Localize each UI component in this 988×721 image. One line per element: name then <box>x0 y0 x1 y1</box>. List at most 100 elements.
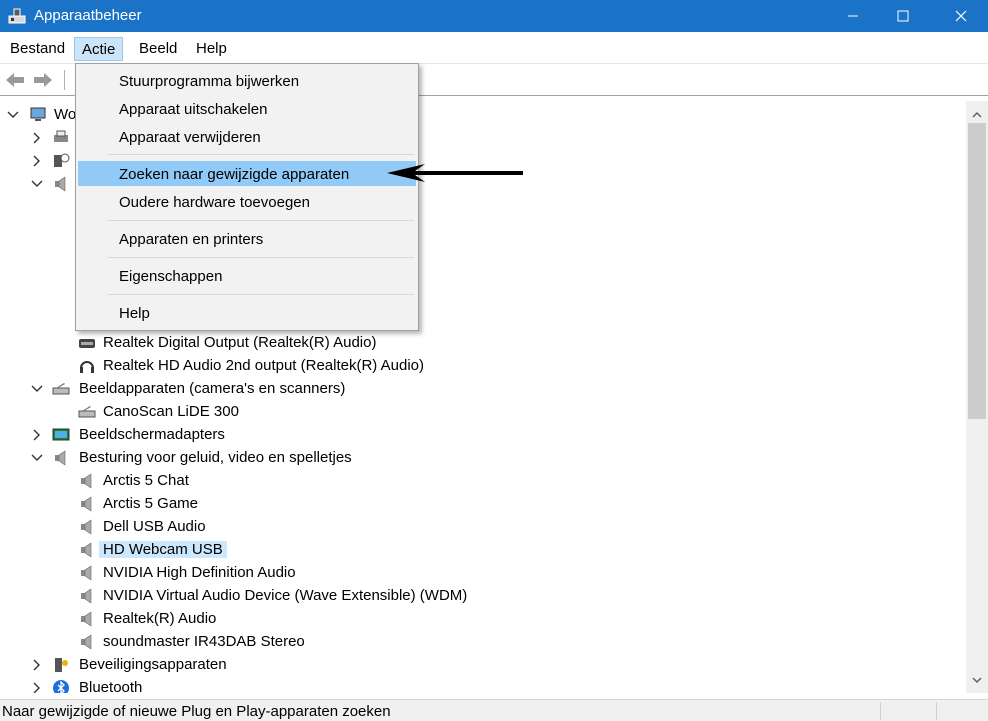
menu-actie[interactable]: Actie <box>74 37 124 61</box>
speaker-icon <box>55 176 66 192</box>
menu-item-label: Eigenschappen <box>119 268 223 285</box>
annotation-arrow-icon <box>387 164 523 182</box>
menu-beeld[interactable]: Beeld <box>132 37 184 61</box>
computer-icon <box>30 107 46 121</box>
tree-item[interactable]: Realtek(R) Audio <box>0 608 900 630</box>
speaker-output-icon <box>79 339 95 348</box>
speaker-icon <box>81 588 92 604</box>
tree-item-selected[interactable]: HD Webcam USB <box>0 539 900 561</box>
tree-category-row[interactable]: Bluetooth <box>0 677 900 693</box>
status-bar: Naar gewijzigde of nieuwe Plug en Play-a… <box>0 699 988 721</box>
printer-icon <box>54 130 68 142</box>
camera-scanner-icon <box>52 383 70 395</box>
toolbar-separator <box>64 70 65 90</box>
menu-item-uninstall-device[interactable]: Apparaat verwijderen <box>78 124 416 149</box>
chevron-right-icon[interactable] <box>30 131 44 145</box>
tree-item-label: Beeldschermadapters <box>79 426 225 443</box>
tree-item-label: Beeldapparaten (camera's en scanners) <box>79 380 346 397</box>
menu-item-disable-device[interactable]: Apparaat uitschakelen <box>78 96 416 121</box>
chevron-right-icon[interactable] <box>30 681 44 693</box>
speaker-icon <box>81 519 92 535</box>
tree-category-row[interactable]: Beeldapparaten (camera's en scanners) <box>0 378 900 400</box>
tree-item[interactable]: Arctis 5 Game <box>0 493 900 515</box>
tree-item[interactable]: soundmaster IR43DAB Stereo <box>0 631 900 653</box>
tree-item-label: CanoScan LiDE 300 <box>103 403 239 420</box>
menu-separator <box>108 294 414 295</box>
menu-item-label: Help <box>119 305 150 322</box>
tree-item-label: NVIDIA High Definition Audio <box>103 564 296 581</box>
speaker-icon <box>81 496 92 512</box>
menu-separator <box>108 220 414 221</box>
menu-item-label: Oudere hardware toevoegen <box>119 194 310 211</box>
scroll-up-icon[interactable] <box>971 109 983 121</box>
close-icon <box>955 10 967 22</box>
menu-item-label: Apparaat verwijderen <box>119 129 261 146</box>
close-button[interactable] <box>938 0 984 32</box>
speaker-icon <box>81 473 92 489</box>
chevron-right-icon[interactable] <box>30 154 44 168</box>
chevron-down-icon[interactable] <box>30 451 44 465</box>
chevron-down-icon[interactable] <box>30 177 44 191</box>
unknown-device-icon <box>54 153 70 167</box>
tree-item-label: Realtek(R) Audio <box>103 610 217 627</box>
speaker-icon <box>55 450 66 466</box>
tree-category-row[interactable]: Beeldschermadapters <box>0 424 900 446</box>
chevron-down-icon[interactable] <box>30 382 44 396</box>
menu-separator <box>108 154 414 155</box>
tree-item[interactable]: CanoScan LiDE 300 <box>0 401 900 423</box>
speaker-icon <box>81 565 92 581</box>
tree-item-label: Beveiligingsapparaten <box>79 656 227 673</box>
tree-item[interactable]: Realtek Digital Output (Realtek(R) Audio… <box>0 332 900 354</box>
status-separator <box>936 702 937 720</box>
menu-item-label: Apparaat uitschakelen <box>119 101 268 118</box>
title-bar: Apparaatbeheer <box>0 0 988 32</box>
minimize-icon <box>848 15 858 17</box>
display-adapter-icon <box>52 428 70 441</box>
menu-bestand[interactable]: Bestand <box>3 37 72 61</box>
menu-item-label: Stuurprogramma bijwerken <box>119 73 300 90</box>
headphones-icon <box>80 361 94 373</box>
scroll-down-icon[interactable] <box>971 674 983 686</box>
status-separator <box>880 702 881 720</box>
speaker-icon <box>81 542 92 558</box>
tree-item[interactable]: NVIDIA Virtual Audio Device (Wave Extens… <box>0 585 900 607</box>
menu-item-label: Apparaten en printers <box>119 231 264 248</box>
chevron-right-icon[interactable] <box>30 658 44 672</box>
menu-item-scan-hardware-changes[interactable]: Zoeken naar gewijzigde apparaten <box>78 161 416 186</box>
tree-category-row[interactable]: Besturing voor geluid, video en spelletj… <box>0 447 900 469</box>
menu-item-properties[interactable]: Eigenschappen <box>78 263 416 288</box>
maximize-icon <box>897 10 909 22</box>
scanner-icon <box>78 406 96 418</box>
minimize-button[interactable] <box>830 0 876 32</box>
tree-item-label: Besturing voor geluid, video en spelletj… <box>79 449 352 466</box>
tree-item[interactable]: Realtek HD Audio 2nd output (Realtek(R) … <box>0 355 900 377</box>
tree-item-label: Dell USB Audio <box>103 518 206 535</box>
tree-item-label: Arctis 5 Chat <box>103 472 189 489</box>
menu-separator <box>108 257 414 258</box>
tree-item-label: HD Webcam USB <box>99 541 227 558</box>
menu-item-update-driver[interactable]: Stuurprogramma bijwerken <box>78 68 416 93</box>
menu-item-add-legacy-hardware[interactable]: Oudere hardware toevoegen <box>78 189 416 214</box>
status-message: Naar gewijzigde of nieuwe Plug en Play-a… <box>2 703 391 720</box>
bluetooth-icon <box>53 680 69 693</box>
menu-item-help[interactable]: Help <box>78 300 416 325</box>
tree-item-label: Realtek HD Audio 2nd output (Realtek(R) … <box>103 357 425 374</box>
maximize-button[interactable] <box>880 0 926 32</box>
speaker-icon <box>81 611 92 627</box>
forward-arrow-icon[interactable] <box>32 70 54 90</box>
menu-bar: Bestand Actie Beeld Help <box>0 32 988 64</box>
tree-item[interactable]: Dell USB Audio <box>0 516 900 538</box>
chevron-right-icon[interactable] <box>30 428 44 442</box>
tree-item[interactable]: NVIDIA High Definition Audio <box>0 562 900 584</box>
scrollbar-thumb[interactable] <box>968 123 986 419</box>
chevron-down-icon[interactable] <box>6 108 20 122</box>
tree-category-row[interactable]: Beveiligingsapparaten <box>0 654 900 676</box>
tree-root-label: Wo <box>54 106 77 123</box>
device-manager-icon <box>8 8 26 24</box>
back-arrow-icon[interactable] <box>4 70 26 90</box>
vertical-scrollbar[interactable] <box>966 101 988 693</box>
menu-item-devices-and-printers[interactable]: Apparaten en printers <box>78 226 416 251</box>
tree-item[interactable]: Arctis 5 Chat <box>0 470 900 492</box>
menu-help[interactable]: Help <box>189 37 234 61</box>
tree-item-label: Realtek Digital Output (Realtek(R) Audio… <box>103 334 377 351</box>
